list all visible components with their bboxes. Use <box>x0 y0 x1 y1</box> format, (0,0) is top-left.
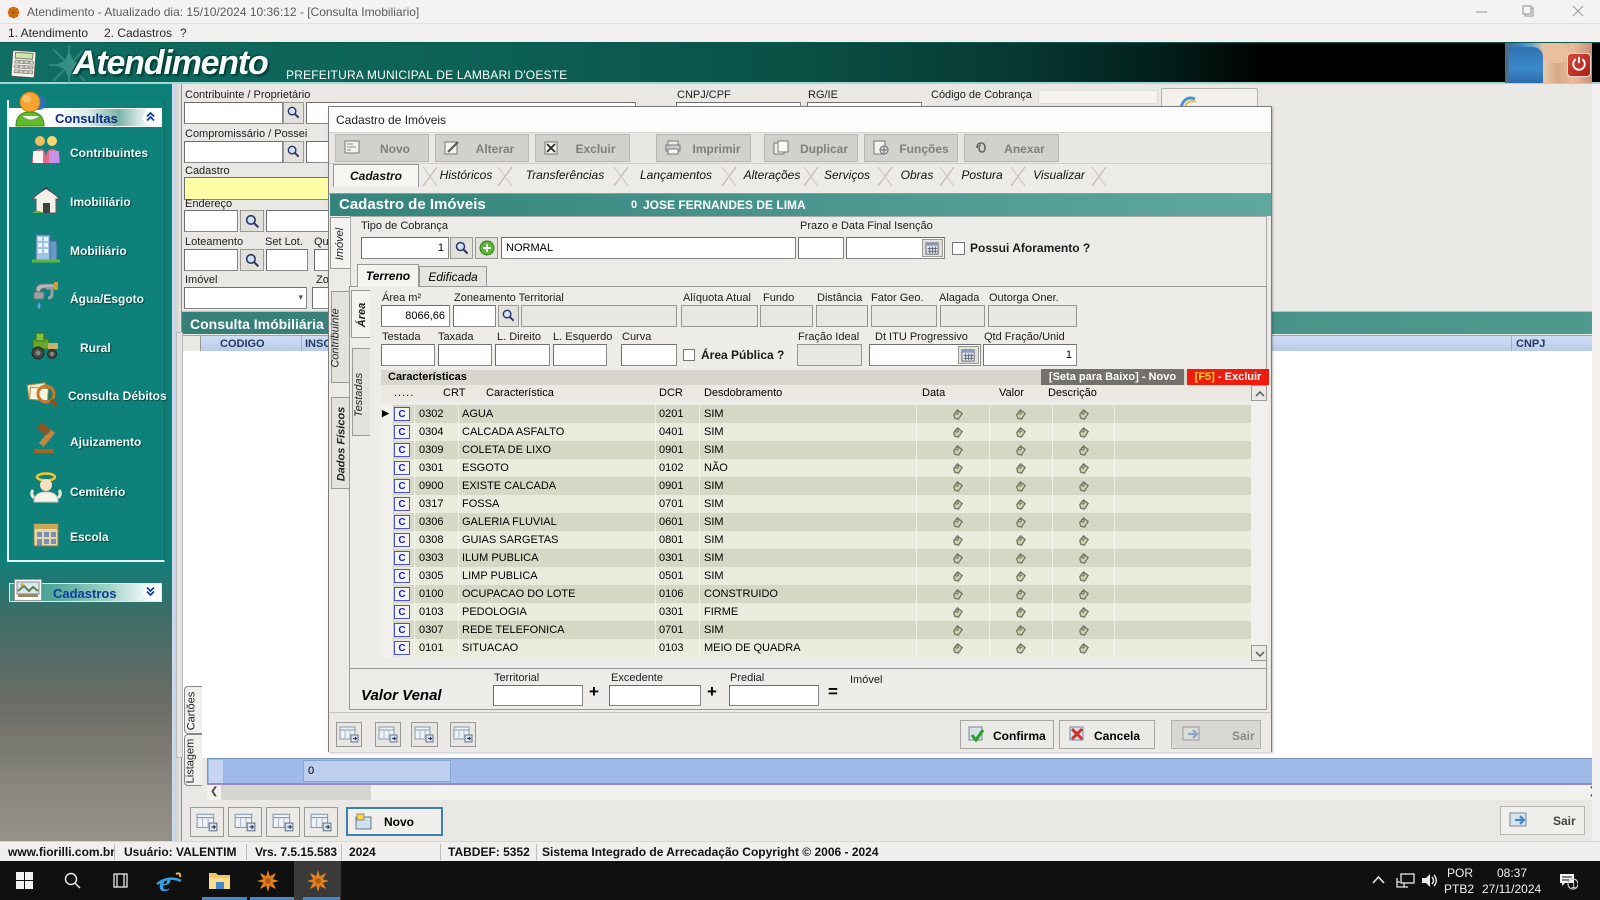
svg-text:1: 1 <box>1571 880 1576 890</box>
